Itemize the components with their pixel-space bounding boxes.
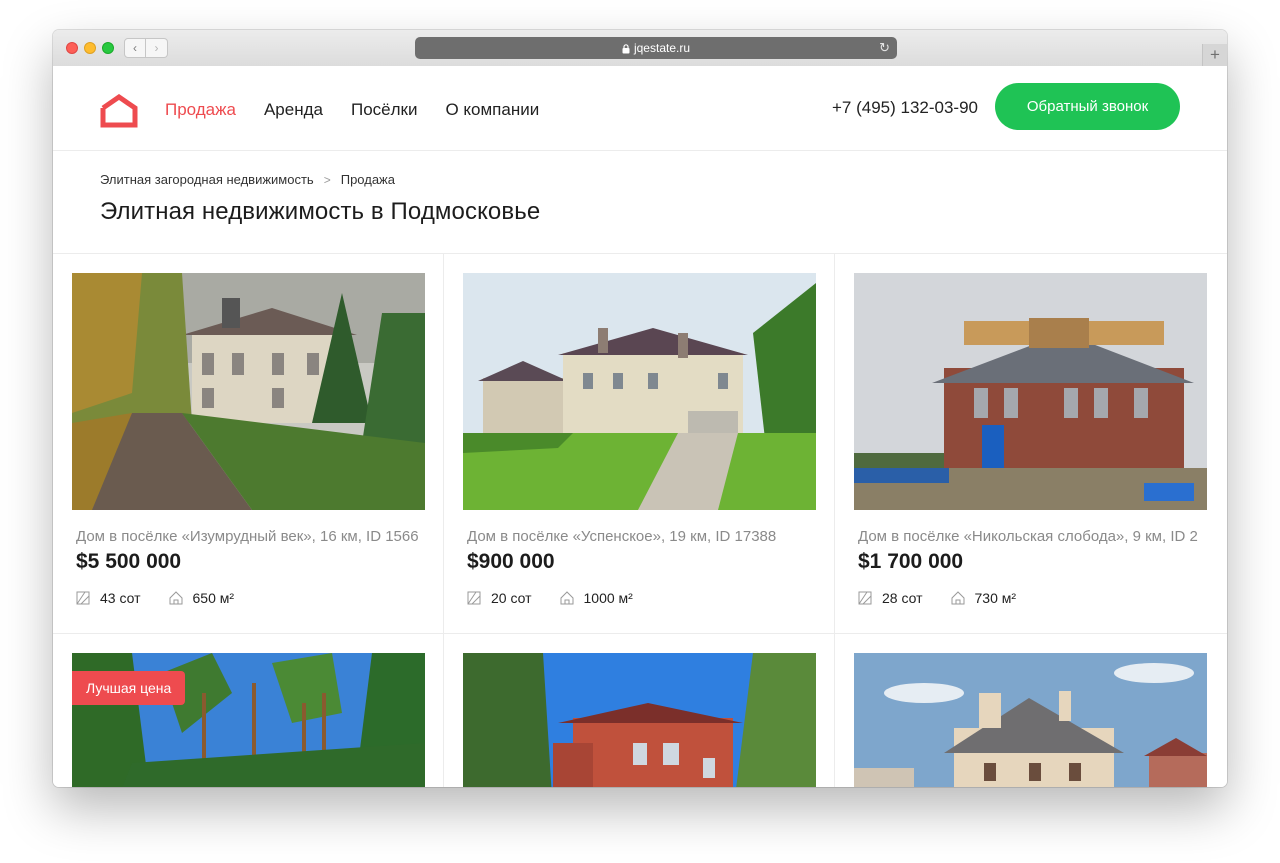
close-window-button[interactable]: [66, 42, 78, 54]
minimize-window-button[interactable]: [84, 42, 96, 54]
listing-card[interactable]: [444, 634, 835, 787]
listing-photo[interactable]: [463, 273, 816, 510]
listing-card[interactable]: Дом в посёлке «Никольская слобода», 9 км…: [835, 254, 1227, 634]
listing-price: $900 000: [467, 550, 555, 573]
listing-title[interactable]: Дом в посёлке «Никольская слобода», 9 км…: [858, 528, 1208, 546]
listing-meta: 43 сот 650 м²: [76, 590, 234, 606]
house-area-icon: [560, 591, 574, 605]
address-url: jqestate.ru: [633, 41, 691, 55]
nav-sale[interactable]: Продажа: [165, 100, 236, 120]
browser-toolbar: ‹ › jqestate.ru ↻ +: [53, 30, 1227, 67]
breadcrumb-item-home[interactable]: Элитная загородная недвижимость: [100, 172, 314, 187]
nav-rent[interactable]: Аренда: [264, 100, 323, 120]
listing-price: $1 700 000: [858, 550, 964, 573]
site-header: Продажа Аренда Посёлки О компании +7 (49…: [53, 66, 1227, 151]
zoom-window-button[interactable]: [102, 42, 114, 54]
house-area-icon: [951, 591, 965, 605]
house-area-icon: [169, 591, 183, 605]
new-tab-button[interactable]: +: [1202, 44, 1227, 66]
listing-card[interactable]: Дом в посёлке «Успенское», 19 км, ID 173…: [444, 254, 835, 634]
reload-icon[interactable]: ↻: [879, 37, 890, 59]
listing-card[interactable]: [835, 634, 1227, 787]
listing-title[interactable]: Дом в посёлке «Изумрудный век», 16 км, I…: [76, 528, 426, 546]
listing-card[interactable]: Лучшая цена: [53, 634, 444, 787]
listing-title[interactable]: Дом в посёлке «Успенское», 19 км, ID 173…: [467, 528, 817, 546]
page-title: Элитная недвижимость в Подмосковье: [100, 198, 541, 225]
land-plot-icon: [467, 591, 481, 605]
land-size: 28 сот: [882, 590, 923, 606]
listing-card[interactable]: Дом в посёлке «Изумрудный век», 16 км, I…: [53, 254, 444, 634]
land-size: 43 сот: [100, 590, 141, 606]
forward-button[interactable]: ›: [146, 38, 168, 58]
main-nav: Продажа Аренда Посёлки О компании: [165, 100, 539, 120]
listing-meta: 20 сот 1000 м²: [467, 590, 633, 606]
land-size: 20 сот: [491, 590, 532, 606]
listing-photo[interactable]: [463, 653, 816, 787]
listing-price: $5 500 000: [76, 550, 182, 573]
nav-settlements[interactable]: Посёлки: [351, 100, 417, 120]
lock-icon: [622, 44, 630, 54]
house-area: 1000 м²: [583, 590, 633, 606]
breadcrumb-separator-icon: >: [323, 172, 331, 187]
browser-window: ‹ › jqestate.ru ↻ + Продажа Аренда Посёл…: [53, 30, 1227, 787]
listing-photo[interactable]: [72, 273, 425, 510]
house-area: 730 м²: [974, 590, 1017, 606]
listing-meta: 28 сот 730 м²: [858, 590, 1016, 606]
best-price-badge: Лучшая цена: [72, 671, 186, 705]
listing-photo[interactable]: [854, 653, 1207, 787]
land-plot-icon: [76, 591, 90, 605]
house-area: 650 м²: [192, 590, 235, 606]
land-plot-icon: [858, 591, 872, 605]
house-logo-icon[interactable]: [100, 94, 138, 128]
address-bar[interactable]: jqestate.ru ↻: [415, 37, 897, 59]
breadcrumb: Элитная загородная недвижимость > Продаж…: [100, 172, 395, 187]
phone-number[interactable]: +7 (495) 132-03-90: [832, 98, 978, 118]
listing-grid: Дом в посёлке «Изумрудный век», 16 км, I…: [53, 253, 1227, 787]
breadcrumb-item-sale[interactable]: Продажа: [341, 172, 395, 187]
listing-photo[interactable]: [854, 273, 1207, 510]
back-button[interactable]: ‹: [124, 38, 146, 58]
nav-about[interactable]: О компании: [445, 100, 539, 120]
web-page: Продажа Аренда Посёлки О компании +7 (49…: [53, 66, 1227, 787]
callback-button[interactable]: Обратный звонок: [995, 83, 1180, 130]
